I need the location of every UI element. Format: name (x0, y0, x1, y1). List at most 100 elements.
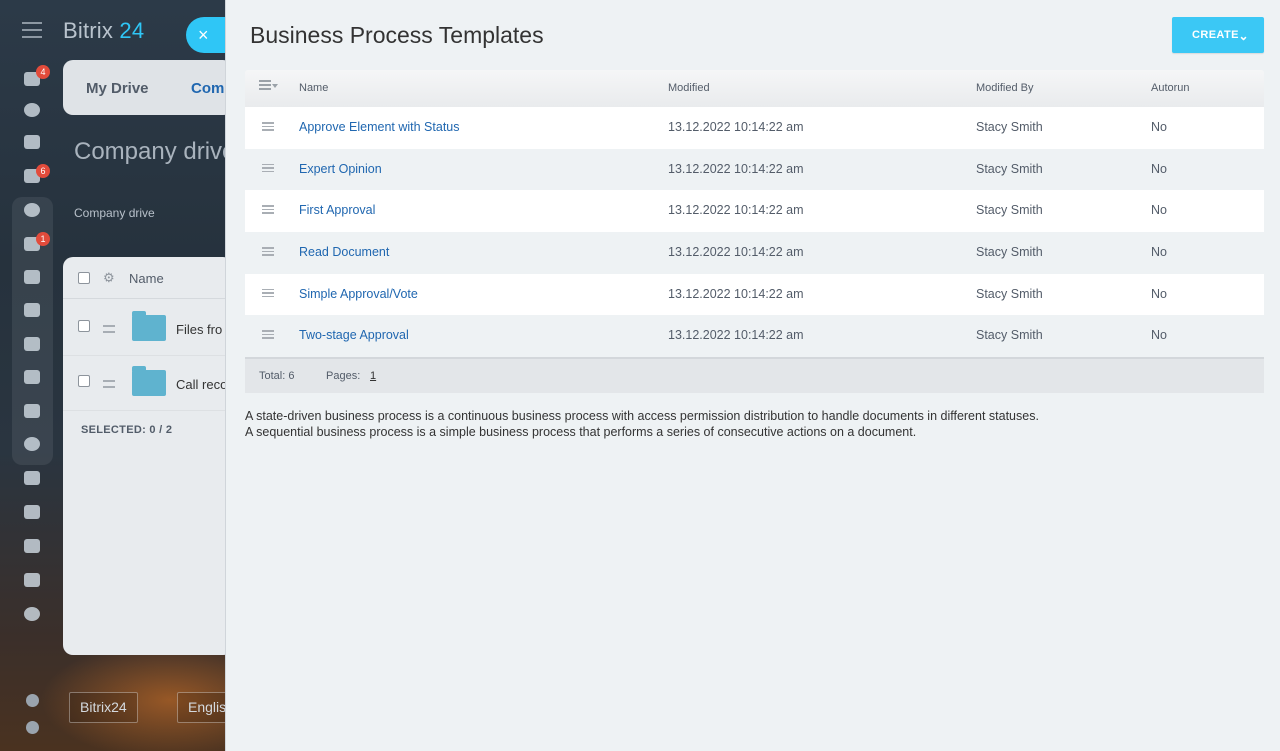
template-name-link[interactable]: Approve Element with Status (299, 120, 460, 134)
page-link-1[interactable]: 1 (370, 370, 376, 382)
box-icon[interactable] (22, 539, 42, 559)
gear-icon[interactable]: ⚙ (103, 270, 115, 286)
table-row: First Approval 13.12.2022 10:14:22 am St… (245, 190, 1264, 233)
documents-icon[interactable] (22, 337, 42, 357)
modified-date: 13.12.2022 10:14:22 am (668, 120, 804, 134)
grid-footer: Total: 6 Pages: 1 (245, 357, 1264, 394)
template-name-link[interactable]: Two-stage Approval (299, 328, 409, 342)
calendar-icon[interactable] (22, 303, 42, 323)
modified-by: Stacy Smith (976, 161, 1043, 176)
table-row: Simple Approval/Vote 13.12.2022 10:14:22… (245, 273, 1264, 316)
selected-count: SELECTED: 0 / 2 (81, 424, 173, 436)
modified-by: Stacy Smith (976, 245, 1043, 260)
modified-by: Stacy Smith (976, 286, 1043, 301)
building-icon[interactable] (22, 573, 42, 593)
logo-number: 24 (119, 18, 145, 43)
modified-date: 13.12.2022 10:14:22 am (668, 161, 804, 176)
app-logo[interactable]: Bitrix 24 (63, 18, 144, 44)
chat-badge: 1 (36, 232, 50, 246)
row-menu-icon[interactable] (262, 205, 274, 214)
description-state-driven: A state-driven business process is a con… (245, 409, 1039, 423)
row-menu-icon[interactable] (262, 163, 274, 173)
modified-by: Stacy Smith (976, 328, 1043, 343)
page-title: Company drive (74, 138, 236, 165)
tasks-badge: 6 (36, 164, 50, 178)
tab-my-drive[interactable]: My Drive (86, 80, 149, 97)
drive-file-list: ⚙ Name Files fro Call reco SELECTED: 0 /… (63, 257, 233, 655)
list-item[interactable]: Files fro (63, 301, 233, 356)
autorun-value: No (1151, 120, 1167, 134)
row-menu-icon[interactable] (262, 288, 274, 298)
drive-icon[interactable] (22, 370, 42, 390)
modified-date: 13.12.2022 10:14:22 am (668, 328, 804, 343)
chevron-down-icon: ⌄ (1238, 29, 1249, 43)
create-button-label: CREATE (1192, 29, 1239, 41)
file-name[interactable]: Call reco (176, 377, 227, 392)
table-row: Expert Opinion 13.12.2022 10:14:22 am St… (245, 148, 1264, 191)
drag-handle-icon[interactable] (103, 325, 115, 333)
row-menu-icon[interactable] (262, 122, 274, 131)
table-row: Read Document 13.12.2022 10:14:22 am Sta… (245, 232, 1264, 274)
mail-icon[interactable] (22, 404, 42, 424)
modified-by: Stacy Smith (976, 120, 1043, 134)
column-settings-icon[interactable] (259, 80, 278, 94)
column-name-header[interactable]: Name (129, 271, 164, 286)
description-sequential: A sequential business process is a simpl… (245, 425, 917, 439)
robot-icon[interactable] (22, 505, 42, 525)
autorun-value: No (1151, 245, 1167, 260)
breadcrumb[interactable]: Company drive (74, 206, 155, 220)
modified-date: 13.12.2022 10:14:22 am (668, 245, 804, 260)
template-name-link[interactable]: First Approval (299, 203, 375, 217)
column-name[interactable]: Name (299, 82, 328, 94)
bitrix24-button[interactable]: Bitrix24 (69, 692, 138, 723)
row-menu-icon[interactable] (262, 247, 274, 256)
feed-badge: 4 (36, 65, 50, 79)
messages-icon[interactable] (22, 270, 42, 290)
templates-grid: Name Modified Modified By Autorun Approv… (245, 70, 1264, 394)
grid-header: Name Modified Modified By Autorun (245, 70, 1264, 107)
autorun-value: No (1151, 328, 1167, 343)
close-icon: × (198, 25, 209, 45)
folder-icon (132, 366, 166, 396)
total-count: Total: 6 (259, 370, 295, 383)
pages-label: Pages: (326, 370, 361, 383)
column-autorun[interactable]: Autorun (1151, 82, 1190, 94)
logo-text: Bitrix (63, 18, 114, 43)
template-name-link[interactable]: Read Document (299, 245, 389, 259)
row-checkbox[interactable] (78, 320, 90, 332)
drag-handle-icon[interactable] (103, 380, 115, 388)
left-menu: 4 6 1 (0, 0, 64, 751)
more-icon[interactable] (22, 607, 42, 627)
autorun-value: No (1151, 286, 1167, 301)
table-row: Two-stage Approval 13.12.2022 10:14:22 a… (245, 315, 1264, 358)
autorun-value: No (1151, 203, 1167, 218)
modified-by: Stacy Smith (976, 203, 1043, 218)
hamburger-menu-icon[interactable] (22, 22, 42, 38)
folder-icon (132, 311, 166, 341)
template-name-link[interactable]: Simple Approval/Vote (299, 287, 418, 301)
create-button[interactable]: CREATE ⌄ (1172, 17, 1264, 53)
bp-templates-slider: Business Process Templates CREATE ⌄ Name… (225, 0, 1280, 751)
file-name[interactable]: Files fro (176, 322, 222, 337)
row-menu-icon[interactable] (262, 330, 274, 339)
autorun-value: No (1151, 161, 1167, 176)
row-checkbox[interactable] (78, 375, 90, 387)
select-all-checkbox[interactable] (78, 272, 90, 284)
list-item[interactable]: Call reco (63, 356, 233, 411)
target-icon[interactable] (22, 103, 42, 123)
column-modified[interactable]: Modified (668, 82, 710, 94)
cart-icon[interactable] (22, 135, 42, 155)
contact-card-icon[interactable] (22, 471, 42, 491)
modified-date: 13.12.2022 10:14:22 am (668, 203, 804, 218)
network-icon[interactable] (26, 721, 39, 734)
table-row: Approve Element with Status 13.12.2022 1… (245, 107, 1264, 149)
slider-title: Business Process Templates (250, 22, 544, 48)
description: A state-driven business process is a con… (245, 408, 1039, 440)
contacts-icon[interactable] (22, 437, 42, 457)
help-icon[interactable] (26, 694, 39, 707)
modified-date: 13.12.2022 10:14:22 am (668, 286, 804, 301)
file-list-header: ⚙ Name (63, 257, 233, 299)
column-modified-by[interactable]: Modified By (976, 82, 1033, 94)
template-name-link[interactable]: Expert Opinion (299, 162, 382, 176)
crm-icon[interactable] (22, 203, 42, 223)
